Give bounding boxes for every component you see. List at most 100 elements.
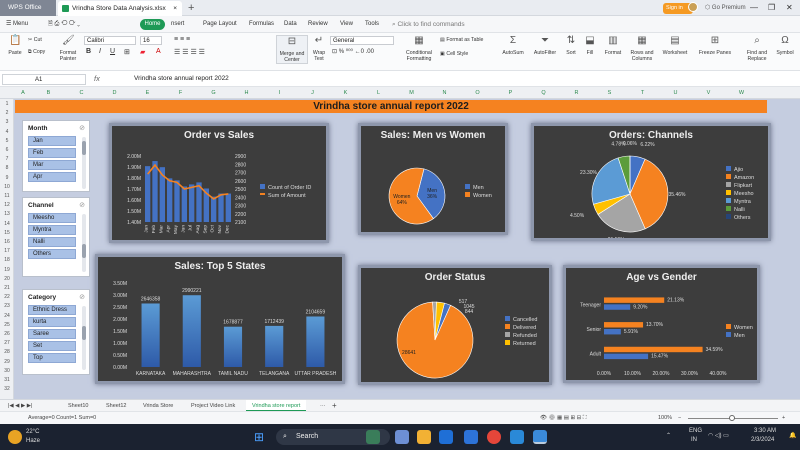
merge-center-button[interactable]: ⊟ Merge and Center [276, 35, 308, 64]
clear-filter-icon[interactable]: ⊘ [79, 201, 85, 209]
column-header[interactable]: N [428, 87, 461, 99]
minimize-icon[interactable]: — [750, 0, 758, 16]
column-header[interactable]: G [197, 87, 230, 99]
format-painter-button[interactable]: 🖌 Format Painter [56, 35, 80, 62]
row-header[interactable]: 32 [0, 386, 14, 392]
find-replace-button[interactable]: ⌕ Find and Replace [743, 35, 771, 62]
wifi-icon[interactable]: ◠ ◁) ▭ [708, 432, 729, 439]
column-header[interactable]: C [65, 87, 98, 99]
symbol-button[interactable]: Ω Symbol [773, 35, 797, 56]
row-header[interactable]: 16 [0, 239, 14, 245]
bold-icon[interactable]: B [86, 48, 91, 55]
slicer-month[interactable]: Month ⊘ Jan Feb Mar Apr [22, 120, 90, 192]
chart-order-vs-sales[interactable]: Order vs Sales 2.00M 1.90M 1.80M 1.70M 1.60M… [109, 123, 329, 243]
chart-orders-channels[interactable]: Orders: Channels 6.22%35.46%21.59%4.50%2… [531, 123, 771, 241]
column-header[interactable]: Q [527, 87, 560, 99]
column-header[interactable]: U [659, 87, 692, 99]
slicer-category[interactable]: Category ⊘ Ethnic Dress kurta Saree Set … [22, 289, 90, 375]
tab-home[interactable]: Home [140, 19, 165, 30]
column-header[interactable]: W [725, 87, 758, 99]
column-header[interactable]: D [98, 87, 131, 99]
slicer-item[interactable]: kurta [28, 317, 76, 327]
cell-style-button[interactable]: ▣ Cell Style [440, 51, 468, 57]
slicer-item[interactable]: Nalli [28, 237, 76, 247]
notification-icon[interactable]: 🔔 [789, 432, 796, 439]
slicer-item[interactable]: Set [28, 341, 76, 351]
row-header[interactable]: 9 [0, 175, 14, 181]
format-button[interactable]: ▥ Format [602, 35, 624, 56]
currency-icon[interactable]: ⊡ % ⁰⁰⁰ ←0 .00 [332, 48, 374, 55]
row-header[interactable]: 17 [0, 248, 14, 254]
slicer-item[interactable]: Apr [28, 172, 76, 182]
avatar[interactable] [688, 2, 698, 12]
wrap-text-button[interactable]: ↵ Wrap Text [310, 35, 328, 62]
row-header[interactable]: 3 [0, 119, 14, 125]
row-header[interactable]: 12 [0, 202, 14, 208]
row-header[interactable]: 24 [0, 313, 14, 319]
slicer-scrollbar[interactable] [82, 306, 86, 370]
clear-filter-icon[interactable]: ⊘ [79, 293, 85, 301]
region-code[interactable]: IN [691, 437, 697, 443]
slicer-scrollbar[interactable] [82, 137, 86, 189]
chart-age-vs-gender[interactable]: Age vs Gender 0.00% 10.00% 20.00% 30.00% 40.… [563, 265, 760, 383]
maximize-icon[interactable]: ❐ [768, 0, 775, 16]
borders-icon[interactable]: ⊞ [124, 48, 130, 56]
row-header[interactable]: 27 [0, 340, 14, 346]
autosum-button[interactable]: Σ AutoSum [498, 35, 528, 56]
column-header[interactable]: F [164, 87, 197, 99]
chart-men-vs-women[interactable]: Sales: Men vs Women Men 36% Women 64% Men W… [358, 123, 508, 235]
close-tab-icon[interactable]: × [173, 1, 177, 16]
worksheet-button[interactable]: ▤ Worksheet [660, 35, 690, 56]
row-header[interactable]: 31 [0, 377, 14, 383]
format-table-button[interactable]: ▤ Format as Table [440, 37, 483, 43]
row-header[interactable]: 22 [0, 294, 14, 300]
chevron-up-icon[interactable]: ⌃ [666, 432, 671, 439]
language-code[interactable]: ENG [689, 428, 702, 434]
row-header[interactable]: 5 [0, 138, 14, 144]
conditional-formatting-button[interactable]: ▦ Conditional Formatting [402, 35, 436, 62]
slicer-item[interactable]: Meesho [28, 213, 76, 223]
column-header[interactable]: R [560, 87, 593, 99]
row-header[interactable]: 1 [0, 101, 14, 107]
slicer-channel[interactable]: Channel ⊘ Meesho Myntra Nalli Others [22, 197, 90, 277]
weather-icon[interactable] [8, 430, 22, 444]
row-header[interactable]: 26 [0, 331, 14, 337]
slicer-item[interactable]: Jan [28, 136, 76, 146]
row-header[interactable]: 14 [0, 221, 14, 227]
outlook-icon[interactable] [439, 430, 453, 444]
fill-button[interactable]: ⬓ Fill [582, 35, 598, 56]
word-icon[interactable] [464, 430, 478, 444]
cut-button[interactable]: ✂ Cut [28, 37, 42, 43]
slicer-scrollbar[interactable] [82, 214, 86, 272]
row-header[interactable]: 10 [0, 184, 14, 190]
slicer-item[interactable]: Mar [28, 160, 76, 170]
row-header[interactable]: 23 [0, 303, 14, 309]
number-format-select[interactable]: General [330, 36, 394, 45]
tab-insert[interactable]: nsert [171, 16, 184, 33]
font-select[interactable]: Calibri [84, 36, 136, 45]
slicer-item[interactable]: Others [28, 249, 76, 259]
clear-filter-icon[interactable]: ⊘ [79, 124, 85, 132]
chrome-icon[interactable] [487, 430, 501, 444]
formula-input[interactable]: Vrindha store annual report 2022 [134, 71, 229, 87]
column-header[interactable]: J [296, 87, 329, 99]
italic-icon[interactable]: I [99, 48, 101, 55]
tab-tools[interactable]: Tools [365, 16, 379, 33]
close-window-icon[interactable]: ✕ [786, 0, 793, 16]
tab-view[interactable]: View [340, 16, 353, 33]
fx-icon[interactable]: fx [94, 71, 100, 87]
chart-top-states[interactable]: Sales: Top 5 States 3.50M 3.00M 2.50M 2.00M… [95, 254, 345, 384]
paste-button[interactable]: 📋 Paste [4, 35, 26, 56]
row-header[interactable]: 11 [0, 193, 14, 199]
slicer-item[interactable]: Top [28, 353, 76, 363]
column-header[interactable]: T [626, 87, 659, 99]
go-premium-link[interactable]: ⬡ Go Premium [705, 0, 746, 16]
new-tab-button[interactable]: + [188, 0, 194, 16]
find-commands[interactable]: ⌕ Click to find commands [392, 16, 465, 33]
tab-data[interactable]: Data [284, 16, 297, 33]
column-header[interactable]: L [362, 87, 395, 99]
align-left-icon[interactable]: ☰ ☰ ☰ ☰ [174, 48, 205, 56]
row-header[interactable]: 13 [0, 211, 14, 217]
align-top-icon[interactable]: ≡ ≡ ≡ [174, 36, 190, 43]
column-header[interactable]: K [329, 87, 362, 99]
